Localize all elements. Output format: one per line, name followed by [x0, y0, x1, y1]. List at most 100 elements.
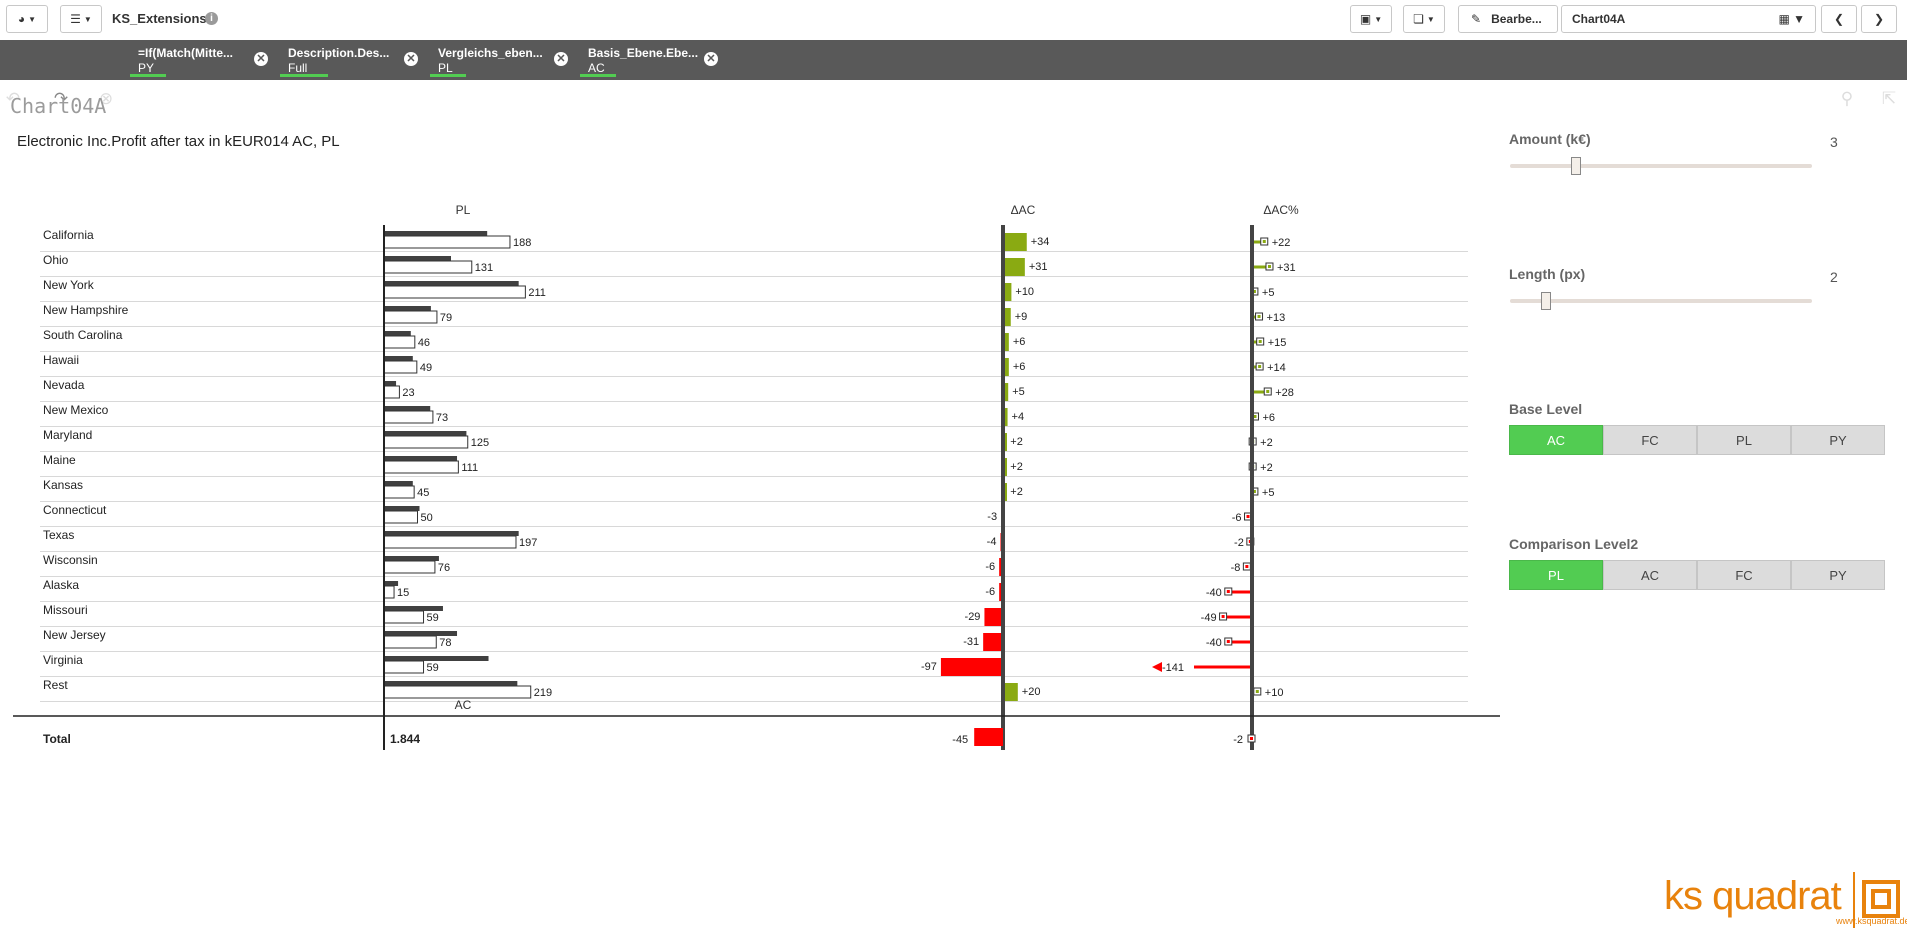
base-level-option[interactable]: PL: [1697, 425, 1791, 455]
selection-chip[interactable]: Vergleichs_eben... PL ✕: [430, 43, 576, 77]
ac-bar: [384, 381, 397, 386]
category-label: Missouri: [43, 603, 88, 617]
selection-field: =If(Match(Mitte...: [138, 46, 233, 60]
edit-label: Bearbe...: [1491, 12, 1542, 26]
pl-value-label: 46: [418, 337, 430, 349]
ac-axis-label: AC: [455, 698, 472, 712]
dac-value-label: +20: [1022, 686, 1041, 698]
selection-chip[interactable]: Description.Des... Full ✕: [280, 43, 426, 77]
length-slider-handle[interactable]: [1541, 292, 1552, 310]
selection-field: Description.Des...: [288, 46, 390, 60]
compass-icon: ◕: [17, 12, 26, 26]
dacp-pin-core: [1245, 565, 1249, 568]
selection-state-bar: [430, 74, 466, 77]
comparison-level-option[interactable]: FC: [1697, 560, 1791, 590]
dac-bar: [1005, 433, 1007, 451]
ac-bar: [384, 681, 518, 686]
category-label: New York: [43, 278, 95, 292]
pl-value-label: 211: [528, 287, 546, 299]
selection-state-bar: [280, 74, 328, 77]
dac-bar: [940, 658, 1003, 676]
dacp-value-label: -49: [1201, 612, 1217, 624]
pl-bar: [383, 310, 438, 324]
clear-selection-icon[interactable]: ✕: [404, 52, 418, 66]
sheet-selector[interactable]: Chart04A ▦ ▼: [1561, 5, 1816, 33]
category-label: Wisconsin: [43, 553, 98, 567]
sheet-grid-icon: ▦ ▼: [1778, 12, 1805, 26]
category-label: California: [43, 228, 94, 242]
amount-slider-handle[interactable]: [1571, 157, 1582, 175]
comparison-level-label: Comparison Level2: [1509, 536, 1639, 552]
comparison-level-option[interactable]: PY: [1791, 560, 1885, 590]
selection-chip[interactable]: Basis_Ebene.Ebe... AC ✕: [580, 43, 726, 77]
base-level-option[interactable]: FC: [1603, 425, 1697, 455]
pl-value-label: 73: [436, 412, 448, 424]
edit-button[interactable]: ✎ Bearbe...: [1458, 5, 1558, 33]
pl-value-label: 188: [513, 237, 531, 249]
total-dacp-pin-core: [1250, 737, 1253, 740]
base-level-option[interactable]: PY: [1791, 425, 1885, 455]
category-label: Kansas: [43, 478, 83, 492]
sheet-title: Chart04A: [10, 94, 107, 118]
selection-field: Basis_Ebene.Ebe...: [588, 46, 699, 60]
base-level-option[interactable]: AC: [1509, 425, 1603, 455]
dac-bar: [984, 608, 1003, 626]
category-label: Nevada: [43, 378, 85, 392]
next-sheet-button[interactable]: ❯: [1861, 5, 1897, 33]
search-icon[interactable]: ⚲: [1836, 88, 1858, 110]
navigation-menu-button[interactable]: ◕ ▼: [6, 5, 48, 33]
dacp-value-label: +31: [1277, 262, 1296, 274]
pl-bar: [383, 460, 459, 474]
length-label: Length (px): [1509, 266, 1586, 282]
pl-value-label: 219: [534, 687, 552, 699]
ac-bar: [384, 506, 420, 511]
selection-state-bar: [580, 74, 616, 77]
ac-bar: [384, 256, 451, 261]
dac-value-label: -6: [985, 586, 995, 598]
pl-bar: [383, 485, 415, 499]
comparison-level-option[interactable]: PL: [1509, 560, 1603, 590]
dacp-value-label: -8: [1231, 562, 1241, 574]
present-button[interactable]: ▣ ▼: [1350, 5, 1392, 33]
base-level-label: Base Level: [1509, 401, 1583, 417]
length-value: 2: [1830, 269, 1838, 285]
selection-chip[interactable]: =If(Match(Mitte... PY ✕: [130, 43, 276, 77]
dac-value-label: +5: [1012, 386, 1025, 398]
comparison-level-option[interactable]: AC: [1603, 560, 1697, 590]
total-label: Total: [43, 732, 71, 746]
variance-chart[interactable]: PL ΔAC ΔAC% California 188 +34 +22 Ohio 131 +31 +3…: [0, 190, 1500, 755]
dac-value-label: +31: [1029, 261, 1048, 273]
pl-value-label: 125: [471, 437, 489, 449]
category-label: Hawaii: [43, 353, 79, 367]
selection-tool-icon[interactable]: ⇱: [1878, 88, 1900, 110]
amount-slider[interactable]: [1510, 157, 1812, 175]
selection-field: Vergleichs_eben...: [438, 46, 543, 60]
clear-selection-icon[interactable]: ✕: [554, 52, 568, 66]
dacp-value-label: +2: [1260, 437, 1273, 449]
length-slider[interactable]: [1510, 292, 1812, 310]
pl-bar: [383, 560, 436, 574]
dac-value-label: +6: [1013, 361, 1026, 373]
pl-value-label: 45: [417, 487, 429, 499]
clear-selection-icon[interactable]: ✕: [704, 52, 718, 66]
amount-value: 3: [1830, 134, 1838, 150]
sheets-list-button[interactable]: ☰ ▼: [60, 5, 102, 33]
dacp-pin-core: [1266, 390, 1270, 393]
selection-value: PY: [138, 61, 155, 75]
bookmark-button[interactable]: ❏ ▼: [1403, 5, 1445, 33]
ac-bar: [384, 556, 439, 561]
pl-bar: [383, 535, 517, 549]
dac-value-label: -3: [987, 511, 997, 523]
logo-mark: [1853, 872, 1900, 928]
category-label: South Carolina: [43, 328, 123, 342]
clear-selection-icon[interactable]: ✕: [254, 52, 268, 66]
category-label: Connecticut: [43, 503, 107, 517]
ac-bar: [384, 456, 458, 461]
info-icon[interactable]: i: [205, 12, 218, 25]
previous-sheet-button[interactable]: ❮: [1821, 5, 1857, 33]
dacp-pin-core: [1267, 265, 1271, 268]
dacp-pin-core: [1226, 640, 1230, 643]
pl-value-label: 111: [461, 462, 478, 474]
dacp-column-header: ΔAC%: [1263, 203, 1299, 217]
dacp-value-label: +2: [1260, 462, 1273, 474]
